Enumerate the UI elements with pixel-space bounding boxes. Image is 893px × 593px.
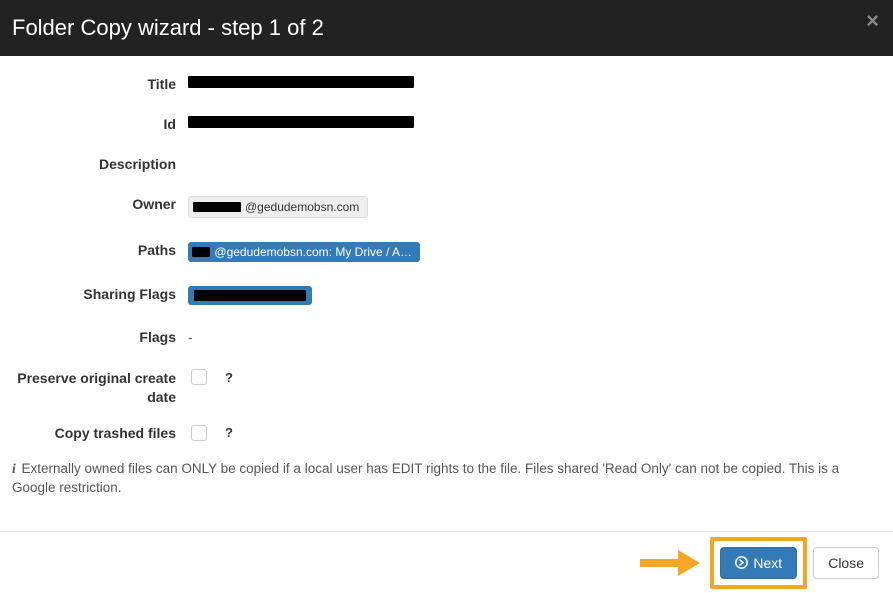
- field-value-paths: @gedudemobsn.com: My Drive / A…: [188, 242, 883, 262]
- modal-footer: Next Close: [0, 531, 893, 593]
- modal-title: Folder Copy wizard - step 1 of 2: [12, 15, 324, 41]
- field-label-flags: Flags: [10, 329, 188, 345]
- field-row-sharing-flags: Sharing Flags: [10, 286, 883, 305]
- arrow-right-circle-icon: [735, 556, 748, 569]
- modal-body: Title Id Description Owner @gedudemobsn.…: [0, 56, 893, 506]
- field-label-copy-trashed: Copy trashed files: [10, 425, 188, 441]
- sharing-flag-badge[interactable]: [188, 286, 312, 305]
- field-label-preserve-date: Preserve original create date: [10, 369, 188, 407]
- info-icon: i: [12, 461, 16, 476]
- highlight-annotation: Next: [710, 537, 807, 589]
- redacted-text: [193, 202, 241, 212]
- info-text-content: Externally owned files can ONLY be copie…: [12, 461, 839, 496]
- close-icon[interactable]: ×: [866, 10, 879, 32]
- field-label-sharing-flags: Sharing Flags: [10, 286, 188, 302]
- close-button[interactable]: Close: [813, 547, 879, 579]
- owner-domain: @gedudemobsn.com: [245, 200, 359, 214]
- path-badge[interactable]: @gedudemobsn.com: My Drive / A…: [188, 242, 420, 262]
- next-button[interactable]: Next: [720, 547, 797, 579]
- copy-trashed-checkbox[interactable]: [191, 425, 207, 441]
- field-value-flags: -: [188, 329, 883, 345]
- field-row-flags: Flags -: [10, 329, 883, 345]
- info-message: i Externally owned files can ONLY be cop…: [10, 459, 883, 498]
- field-value-preserve-date: ?: [188, 369, 883, 385]
- field-value-copy-trashed: ?: [188, 425, 883, 441]
- next-button-label: Next: [753, 555, 782, 571]
- redacted-text: [188, 76, 414, 88]
- owner-badge[interactable]: @gedudemobsn.com: [188, 196, 368, 218]
- field-row-owner: Owner @gedudemobsn.com: [10, 196, 883, 218]
- field-label-owner: Owner: [10, 196, 188, 212]
- field-row-copy-trashed: Copy trashed files ?: [10, 425, 883, 441]
- redacted-text: [194, 290, 306, 301]
- field-row-description: Description: [10, 156, 883, 172]
- close-button-label: Close: [828, 555, 864, 571]
- field-value-id: [188, 116, 883, 128]
- field-label-title: Title: [10, 76, 188, 92]
- field-label-description: Description: [10, 156, 188, 172]
- field-value-sharing-flags: [188, 286, 883, 305]
- help-icon[interactable]: ?: [221, 425, 237, 441]
- field-label-paths: Paths: [10, 242, 188, 258]
- path-text: @gedudemobsn.com: My Drive / A…: [214, 245, 412, 259]
- modal-header: Folder Copy wizard - step 1 of 2 ×: [0, 0, 893, 56]
- field-value-title: [188, 76, 883, 88]
- field-row-title: Title: [10, 76, 883, 92]
- field-value-owner: @gedudemobsn.com: [188, 196, 883, 218]
- redacted-text: [188, 116, 414, 128]
- field-row-paths: Paths @gedudemobsn.com: My Drive / A…: [10, 242, 883, 262]
- field-row-id: Id: [10, 116, 883, 132]
- redacted-text: [192, 247, 210, 257]
- preserve-date-checkbox[interactable]: [191, 369, 207, 385]
- help-icon[interactable]: ?: [221, 369, 237, 385]
- field-label-id: Id: [10, 116, 188, 132]
- arrow-icon: [640, 550, 700, 576]
- flags-value: -: [188, 329, 193, 345]
- field-row-preserve-date: Preserve original create date ?: [10, 369, 883, 407]
